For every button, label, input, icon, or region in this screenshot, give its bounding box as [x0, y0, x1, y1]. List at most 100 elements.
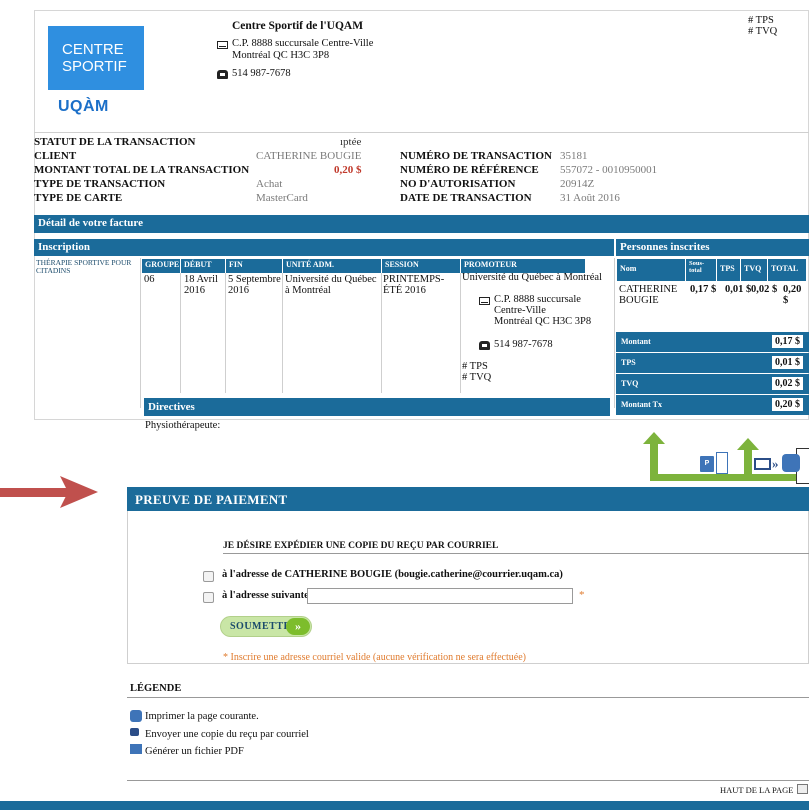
date-value: 31 Août 2016 — [560, 192, 620, 204]
registrants-header: Personnes inscrites — [616, 239, 809, 256]
registrant-name: CATHERINE BOUGIE — [619, 284, 678, 306]
divider — [140, 258, 141, 408]
divider — [127, 697, 809, 698]
invoice-detail-header: Détail de votre facture — [34, 215, 809, 233]
registrant-subtotal: 0,17 $ — [690, 284, 717, 295]
other-address-input[interactable] — [307, 588, 573, 604]
registrant-tvq: 0,02 $ — [751, 284, 778, 295]
cell-session: PRINTEMPS-ÉTÉ 2016 — [383, 274, 445, 296]
authorization-label: NO D'AUTORISATION — [400, 178, 516, 190]
legend-print: Imprimer la page courante. — [145, 711, 259, 722]
summary-tvq: TVQ 0,02 $ — [616, 374, 809, 394]
col-sous-total: Sous-total — [686, 259, 716, 281]
proof-title: PREUVE DE PAIEMENT — [127, 487, 809, 511]
inscription-header: Inscription — [34, 239, 614, 256]
cell-debut: 18 Avril 2016 — [184, 274, 218, 296]
divider — [614, 258, 615, 408]
arrow-up-icon[interactable] — [797, 784, 808, 794]
footer-bar — [0, 801, 809, 810]
divider — [460, 273, 461, 393]
cell-unite: Université du Québec à Montréal — [285, 274, 377, 296]
submit-button[interactable]: SOUMETTRE » — [220, 616, 312, 637]
transaction-number-label: NUMÉRO DE TRANSACTION — [400, 150, 552, 162]
required-mark: * — [579, 589, 585, 601]
promoter-address: C.P. 8888 succursale Centre-Ville Montré… — [494, 294, 592, 327]
envelope-icon — [479, 297, 490, 305]
email-validity-note: * Inscrire une adresse courriel valide (… — [223, 652, 526, 663]
divider — [282, 273, 283, 393]
col-debut: DÉBUT — [181, 259, 225, 273]
divider — [34, 132, 809, 133]
send-arrows-icon: » — [772, 456, 779, 471]
cell-promoteur: Université du Québec à Montréal — [462, 272, 602, 283]
total-value: 0,20 $ — [334, 164, 362, 176]
org-address: C.P. 8888 succursale Centre-Ville Montré… — [232, 38, 374, 61]
callout-arrow-up — [737, 438, 759, 450]
header-tax-numbers: # TPS # TVQ — [748, 15, 778, 37]
transaction-number-value: 35181 — [560, 150, 588, 162]
col-promoteur: PROMOTEUR — [461, 259, 585, 273]
col-session: SESSION — [382, 259, 460, 273]
promoter-tax-numbers: # TPS # TVQ — [462, 361, 492, 383]
col-tps: TPS — [717, 259, 740, 281]
divider — [225, 273, 226, 393]
col-unite: UNITÉ ADM. — [283, 259, 381, 273]
status-label: STATUT DE LA TRANSACTION — [34, 136, 196, 148]
col-tvq: TVQ — [741, 259, 767, 281]
email-icon[interactable] — [754, 458, 771, 470]
total-label: MONTANT TOTAL DE LA TRANSACTION — [34, 164, 250, 176]
reference-value: 557072 - 0010950001 — [560, 164, 658, 176]
registrant-total: 0,20 $ — [783, 284, 802, 306]
print-icon — [130, 710, 142, 722]
divider — [381, 273, 382, 393]
col-fin: FIN — [226, 259, 282, 273]
client-value: CATHERINE BOUGIE — [256, 150, 362, 162]
summary-montant: Montant 0,17 $ — [616, 332, 809, 352]
col-nom: Nom — [617, 259, 685, 281]
col-groupe: GROUPE — [142, 259, 180, 273]
phone-icon — [217, 70, 228, 79]
pdf-icon — [130, 744, 142, 754]
document-icon — [716, 452, 728, 474]
org-phone: 514 987-7678 — [232, 68, 291, 79]
back-to-top-link[interactable]: HAUT DE LA PAGE — [720, 785, 793, 795]
red-arrow-icon — [0, 476, 98, 508]
summary-tps: TPS 0,01 $ — [616, 353, 809, 373]
account-email-option: à l'adresse de CATHERINE BOUGIE (bougie.… — [222, 569, 563, 580]
other-address-option: à l'adresse suivante — [222, 590, 309, 601]
legend-title: LÉGENDE — [130, 683, 182, 694]
activity-name: THÉRAPIE SPORTIVE POUR CITADINS — [36, 258, 132, 275]
directives-text: Physiothérapeute: — [145, 420, 221, 431]
callout-arrow-up — [643, 432, 665, 444]
uqam-brand: UQÀM — [58, 98, 109, 115]
promoter-phone: 514 987-7678 — [494, 339, 553, 350]
chevron-right-icon: » — [286, 618, 310, 635]
type-label: TYPE DE TRANSACTION — [34, 178, 166, 190]
centre-sportif-logo: CENTRE SPORTIF — [48, 26, 144, 90]
authorization-value: 20914Z — [560, 178, 595, 190]
print-icon[interactable] — [782, 454, 800, 472]
email-icon — [130, 728, 139, 736]
cell-fin: 5 Septembre 2016 — [228, 274, 281, 296]
client-label: CLIENT — [34, 150, 77, 162]
pdf-icon[interactable]: P — [700, 456, 714, 472]
col-total: TOTAL — [768, 259, 806, 281]
send-to-other-address-checkbox[interactable] — [203, 592, 214, 603]
summary-montant-tx: Montant Tx 0,20 $ — [616, 395, 809, 415]
divider — [127, 780, 809, 781]
card-label: TYPE DE CARTE — [34, 192, 123, 204]
divider — [223, 553, 809, 554]
type-value: Achat — [256, 178, 283, 190]
cell-groupe: 06 — [144, 274, 155, 285]
status-value: ıptée — [340, 136, 362, 148]
reference-label: NUMÉRO DE RÉFÉRENCE — [400, 164, 539, 176]
send-to-account-email-checkbox[interactable] — [203, 571, 214, 582]
legend-pdf: Générer un fichier PDF — [145, 746, 244, 757]
email-copy-heading: JE DÉSIRE EXPÉDIER UNE COPIE DU REÇU PAR… — [223, 541, 499, 551]
registrant-tps: 0,01 $ — [725, 284, 752, 295]
card-value: MasterCard — [256, 192, 308, 204]
legend-email: Envoyer une copie du reçu par courriel — [145, 729, 309, 740]
date-label: DATE DE TRANSACTION — [400, 192, 532, 204]
callout-bar — [650, 474, 800, 481]
phone-icon — [479, 341, 490, 350]
